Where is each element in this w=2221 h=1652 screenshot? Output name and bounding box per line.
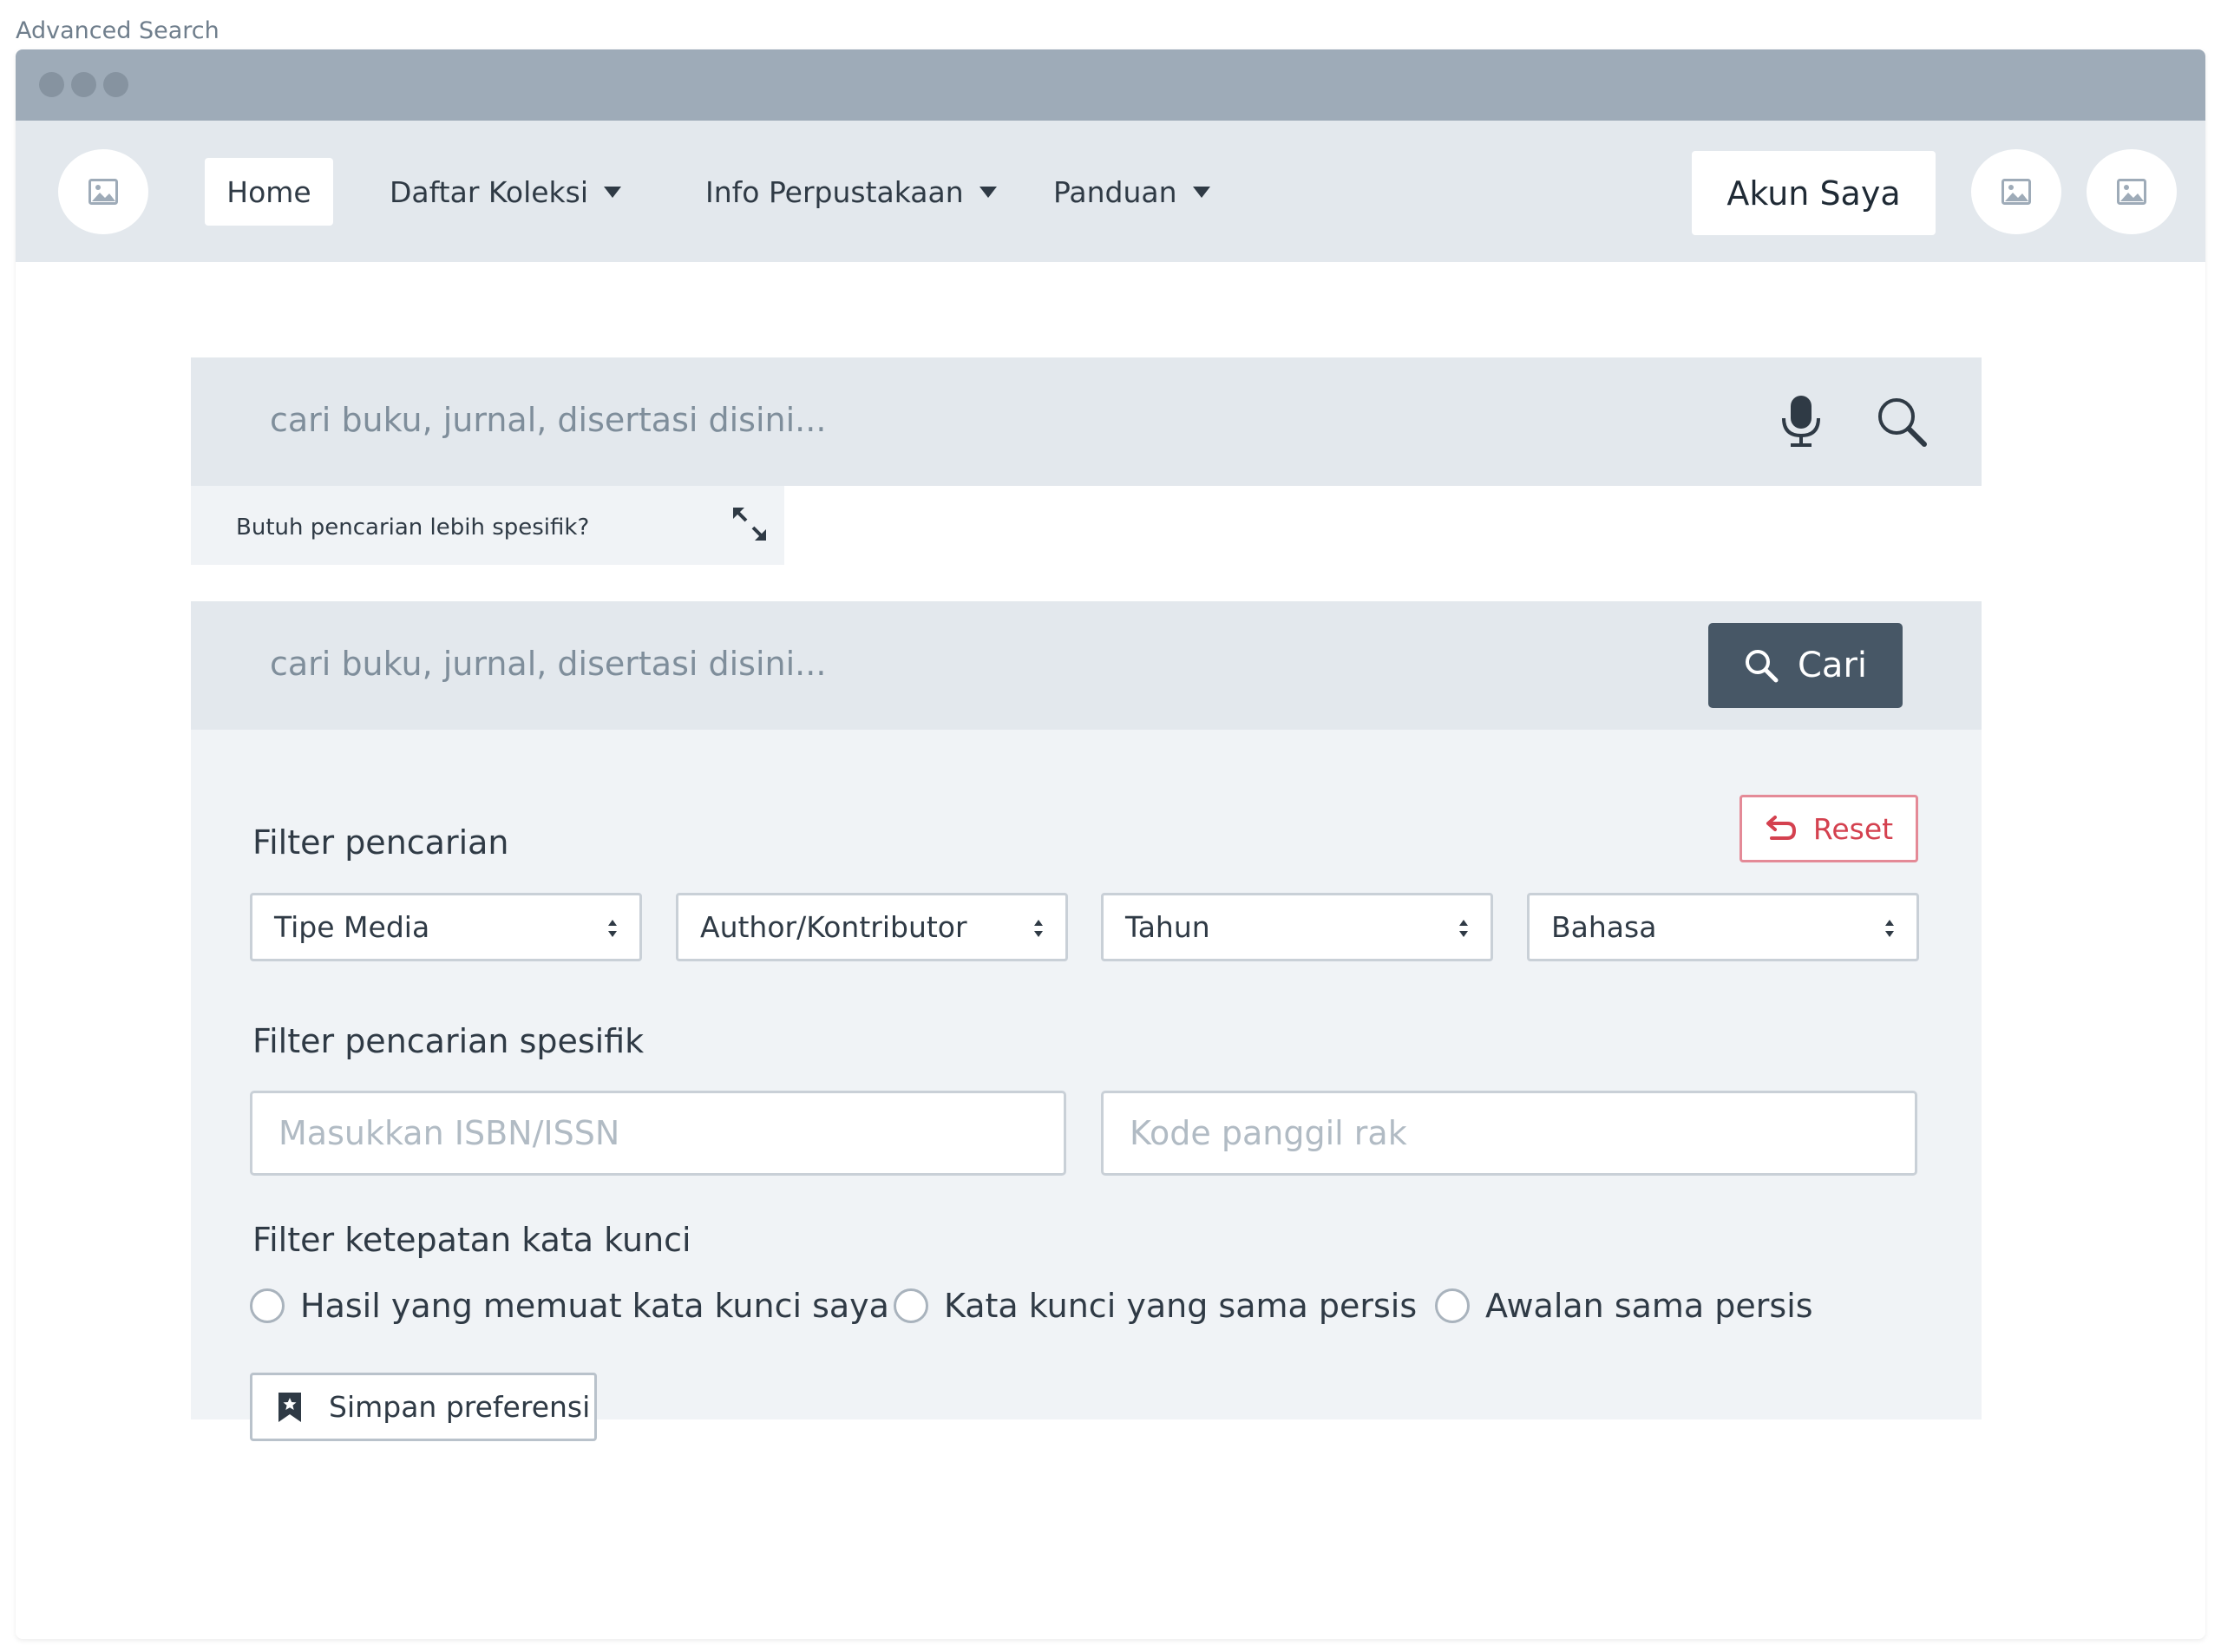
keyword-filter-title: Filter ketepatan kata kunci (252, 1221, 691, 1259)
radio-label: Kata kunci yang sama persis (944, 1287, 1418, 1325)
cari-button[interactable]: Cari (1708, 623, 1903, 708)
select-bahasa[interactable]: Bahasa (1527, 893, 1919, 961)
microphone-icon[interactable] (1779, 394, 1824, 448)
image-placeholder-icon (88, 179, 118, 205)
expand-icon[interactable] (731, 505, 769, 543)
select-value: Tahun (1125, 910, 1210, 944)
page-label: Advanced Search (16, 17, 219, 44)
caret-down-icon (604, 186, 622, 198)
select-value: Bahasa (1551, 910, 1657, 944)
select-value: Tipe Media (274, 910, 430, 944)
radio-circle[interactable] (1435, 1288, 1470, 1323)
nav-item-label: Info Perpustakaan (705, 174, 964, 209)
search-icon[interactable] (1876, 396, 1928, 448)
reset-icon (1766, 816, 1796, 840)
window-control-close[interactable] (39, 72, 64, 97)
search-placeholder: cari buku, jurnal, disertasi disini... (270, 401, 827, 439)
radio-label: Hasil yang memuat kata kunci saya (300, 1287, 889, 1325)
image-placeholder-icon (2117, 179, 2146, 205)
select-tipe-media[interactable]: Tipe Media (250, 893, 642, 961)
account-button[interactable]: Akun Saya (1692, 151, 1936, 235)
nav-info-perpustakaan[interactable]: Info Perpustakaan (705, 158, 997, 226)
shelf-code-input[interactable] (1101, 1091, 1917, 1176)
radio-circle[interactable] (894, 1288, 928, 1323)
cari-button-label: Cari (1798, 646, 1867, 685)
window-control-maximize[interactable] (103, 72, 128, 97)
updown-arrow-icon (1885, 920, 1894, 937)
filter-title: Filter pencarian (252, 823, 509, 862)
updown-arrow-icon (1034, 920, 1043, 937)
reset-button-label: Reset (1812, 811, 1894, 846)
window-control-minimize[interactable] (71, 72, 96, 97)
radio-circle[interactable] (250, 1288, 285, 1323)
nav-panduan[interactable]: Panduan (1053, 158, 1210, 226)
search-icon (1746, 650, 1779, 683)
updown-arrow-icon (1459, 920, 1468, 937)
advanced-search-panel: cari buku, jurnal, disertasi disini... C… (191, 601, 1982, 1441)
advanced-search-placeholder: cari buku, jurnal, disertasi disini... (270, 645, 827, 683)
advanced-search-hint: Butuh pencarian lebih spesifik? (236, 515, 590, 541)
save-preferences-button[interactable]: Simpan preferensi (250, 1373, 597, 1441)
image-placeholder-icon (2002, 179, 2031, 205)
radio-contains-keyword[interactable]: Hasil yang memuat kata kunci saya (250, 1287, 889, 1325)
advanced-search-toggle[interactable]: Butuh pencarian lebih spesifik? (191, 486, 784, 565)
caret-down-icon (979, 186, 997, 198)
nav-home[interactable]: Home (205, 158, 333, 226)
radio-exact-prefix[interactable]: Awalan sama persis (1435, 1287, 1813, 1325)
select-value: Author/Kontributor (700, 910, 967, 944)
radio-exact-keyword[interactable]: Kata kunci yang sama persis (894, 1287, 1417, 1325)
reset-button[interactable]: Reset (1739, 795, 1918, 862)
navbar: Home Daftar Koleksi Info Perpustakaan Pa… (16, 121, 2205, 262)
nav-daftar-koleksi[interactable]: Daftar Koleksi (390, 158, 622, 226)
logo-button[interactable] (58, 149, 148, 234)
select-author[interactable]: Author/Kontributor (676, 893, 1068, 961)
select-tahun[interactable]: Tahun (1101, 893, 1493, 961)
advanced-search-input[interactable]: cari buku, jurnal, disertasi disini... C… (191, 601, 1982, 730)
save-preferences-label: Simpan preferensi (329, 1390, 591, 1424)
updown-arrow-icon (608, 920, 617, 937)
nav-icon-button-2[interactable] (2087, 149, 2177, 234)
nav-icon-button-1[interactable] (1971, 149, 2061, 234)
bookmark-star-icon (278, 1392, 301, 1422)
nav-item-label: Panduan (1053, 174, 1177, 209)
specific-filter-title: Filter pencarian spesifik (252, 1022, 645, 1060)
radio-label: Awalan sama persis (1485, 1287, 1813, 1325)
caret-down-icon (1192, 186, 1210, 198)
search-bar[interactable]: cari buku, jurnal, disertasi disini... (191, 357, 1982, 486)
isbn-input[interactable] (250, 1091, 1066, 1176)
window-titlebar (16, 49, 2205, 121)
nav-item-label: Daftar Koleksi (390, 174, 589, 209)
